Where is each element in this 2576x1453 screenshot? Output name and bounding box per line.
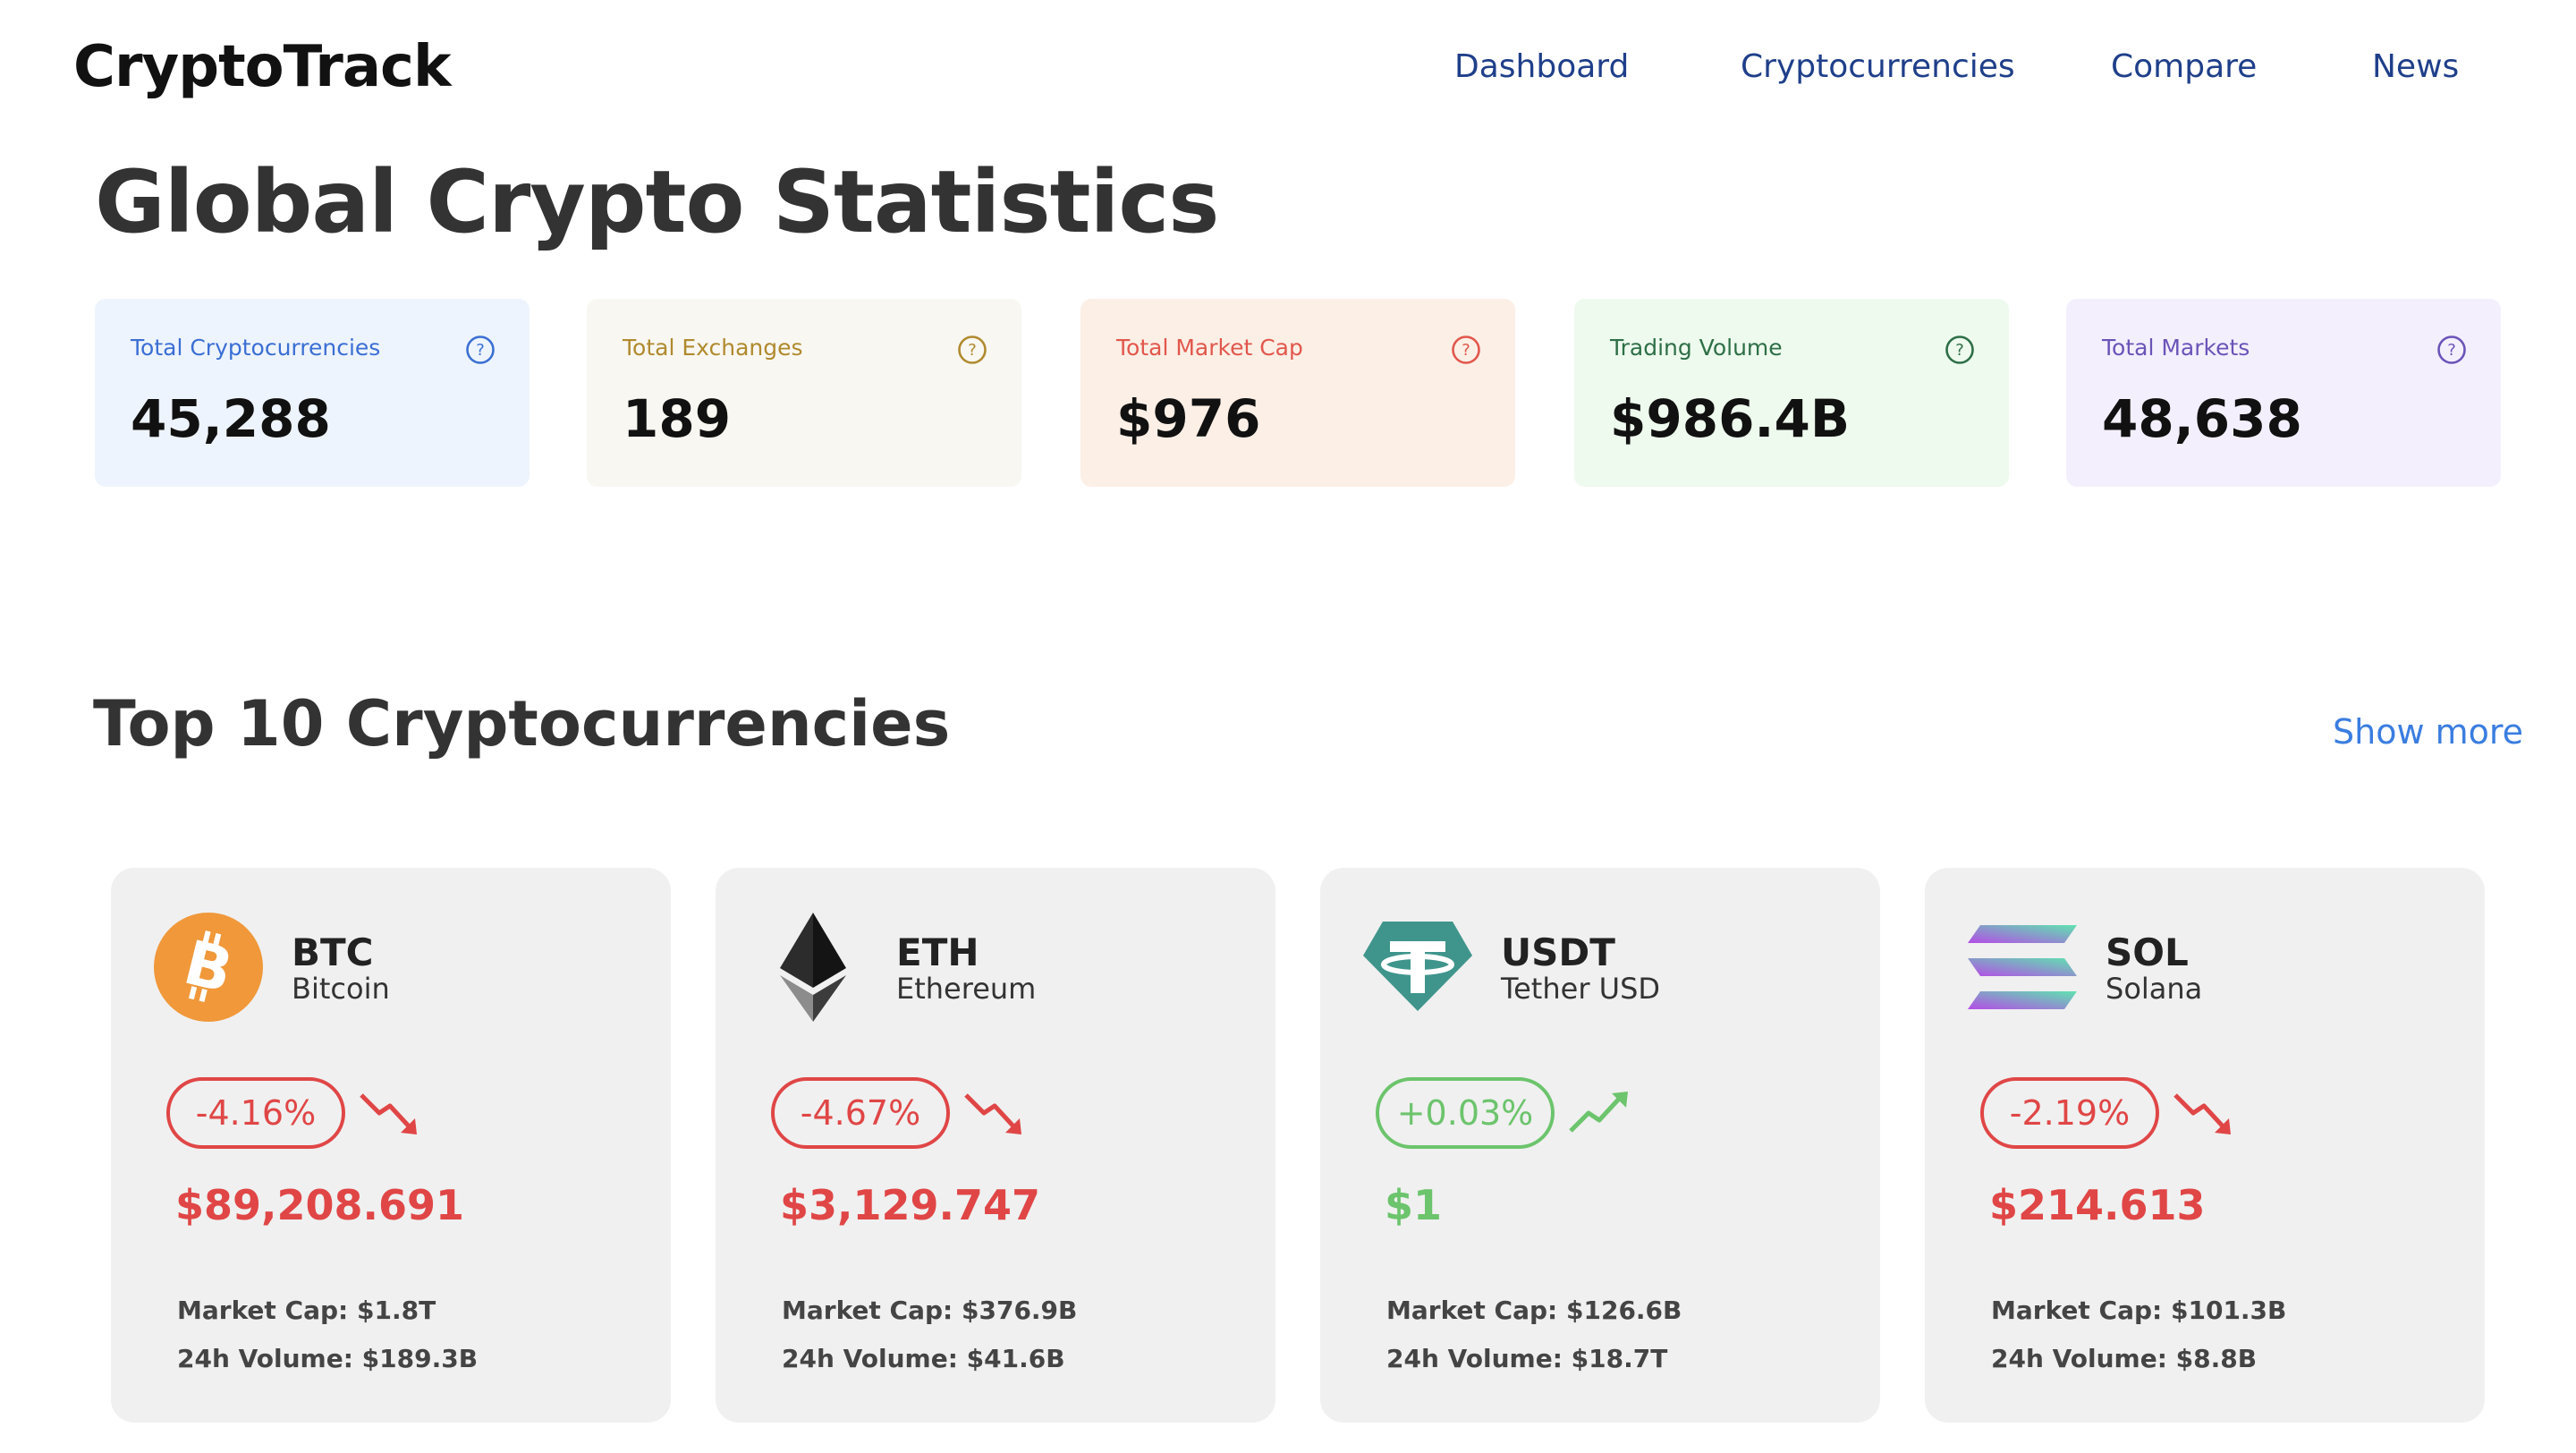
svg-text:?: ? xyxy=(476,341,485,360)
tether-logo-icon xyxy=(1363,922,1472,1011)
trend-up-icon xyxy=(1569,1092,1628,1133)
stat-value: 189 xyxy=(623,388,732,449)
nav-cryptocurrencies[interactable]: Cryptocurrencies xyxy=(1741,48,2015,85)
help-icon[interactable]: ? xyxy=(957,335,987,365)
coin-price: $89,208.691 xyxy=(175,1181,465,1229)
stat-label: Trading Volume xyxy=(1610,335,1783,361)
stat-label: Total Exchanges xyxy=(623,335,803,361)
show-more-link[interactable]: Show more xyxy=(2333,712,2523,752)
stat-card-trading-volume: Trading Volume ? $986.4B xyxy=(1574,299,2009,487)
page-title: Global Crypto Statistics xyxy=(95,152,1219,252)
solana-logo-icon xyxy=(1968,925,2077,1009)
trend-down-icon xyxy=(964,1093,1021,1134)
change-badge: -4.67% xyxy=(771,1077,950,1149)
trend-down-icon xyxy=(2174,1093,2231,1134)
section-title: Top 10 Cryptocurrencies xyxy=(93,687,951,760)
stat-label: Total Market Cap xyxy=(1116,335,1303,361)
market-cap: Market Cap: $101.3B xyxy=(1991,1296,2287,1325)
nav-dashboard[interactable]: Dashboard xyxy=(1454,48,1629,85)
volume-24h: 24h Volume: $189.3B xyxy=(177,1344,479,1373)
bitcoin-logo-icon: B xyxy=(154,913,263,1022)
coin-card-eth[interactable]: ETH Ethereum -4.67% $3,129.747 Market Ca… xyxy=(716,868,1275,1423)
stat-card-total-cryptocurrencies: Total Cryptocurrencies ? 45,288 xyxy=(95,299,530,487)
market-cap: Market Cap: $376.9B xyxy=(782,1296,1078,1325)
trend-down-icon xyxy=(360,1093,417,1134)
svg-text:?: ? xyxy=(1955,341,1964,360)
change-badge: -2.19% xyxy=(1980,1077,2159,1149)
change-badge: +0.03% xyxy=(1376,1077,1555,1149)
top-nav: Dashboard Cryptocurrencies Compare News xyxy=(0,48,2576,93)
coin-price: $214.613 xyxy=(1989,1181,2206,1229)
stat-value: 48,638 xyxy=(2102,388,2302,449)
ethereum-logo-icon xyxy=(780,913,846,1022)
nav-compare[interactable]: Compare xyxy=(2111,48,2257,85)
coin-symbol: BTC xyxy=(292,930,374,974)
coin-name: Bitcoin xyxy=(292,972,390,1006)
stat-label: Total Markets xyxy=(2102,335,2250,361)
coin-card-sol[interactable]: SOL Solana -2.19% $214.613 Market Cap: $… xyxy=(1925,868,2485,1423)
coin-name: Solana xyxy=(2106,972,2203,1006)
volume-24h: 24h Volume: $18.7T xyxy=(1386,1344,1668,1373)
coin-price: $1 xyxy=(1385,1181,1443,1229)
coin-symbol: SOL xyxy=(2106,930,2189,974)
volume-24h: 24h Volume: $8.8B xyxy=(1991,1344,2258,1373)
stat-label: Total Cryptocurrencies xyxy=(131,335,381,361)
market-cap: Market Cap: $1.8T xyxy=(177,1296,436,1325)
coin-symbol: ETH xyxy=(896,930,979,974)
volume-24h: 24h Volume: $41.6B xyxy=(782,1344,1065,1373)
stat-card-total-exchanges: Total Exchanges ? 189 xyxy=(587,299,1021,487)
stat-value: 45,288 xyxy=(131,388,331,449)
help-icon[interactable]: ? xyxy=(1451,335,1481,365)
stat-card-total-market-cap: Total Market Cap ? $976 xyxy=(1080,299,1515,487)
stat-value: $976 xyxy=(1116,388,1261,449)
coin-card-btc[interactable]: B BTC Bitcoin -4.16% $89,208.691 Market … xyxy=(111,868,671,1423)
coin-name: Ethereum xyxy=(896,972,1037,1006)
stat-value: $986.4B xyxy=(1610,388,1851,449)
coin-name: Tether USD xyxy=(1501,972,1661,1006)
change-badge: -4.16% xyxy=(166,1077,345,1149)
help-icon[interactable]: ? xyxy=(465,335,496,365)
svg-text:?: ? xyxy=(968,341,977,360)
stat-card-total-markets: Total Markets ? 48,638 xyxy=(2066,299,2501,487)
svg-text:?: ? xyxy=(1462,341,1470,360)
help-icon[interactable]: ? xyxy=(2436,335,2467,365)
coin-price: $3,129.747 xyxy=(780,1181,1041,1229)
svg-text:?: ? xyxy=(2447,341,2456,360)
coin-symbol: USDT xyxy=(1501,930,1615,974)
nav-news[interactable]: News xyxy=(2372,48,2459,85)
coin-card-usdt[interactable]: USDT Tether USD +0.03% $1 Market Cap: $1… xyxy=(1320,868,1880,1423)
market-cap: Market Cap: $126.6B xyxy=(1386,1296,1682,1325)
help-icon[interactable]: ? xyxy=(1945,335,1975,365)
